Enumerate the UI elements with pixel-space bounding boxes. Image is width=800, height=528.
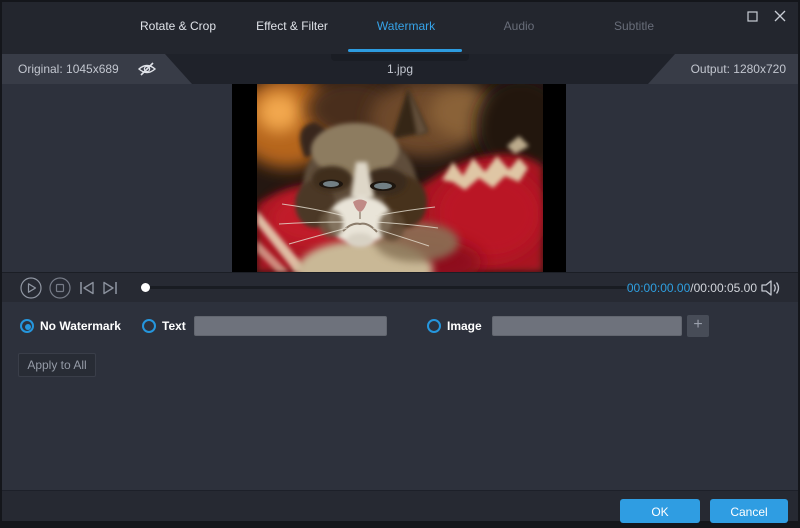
close-button[interactable]	[771, 7, 789, 25]
close-icon	[774, 10, 786, 22]
seek-slider[interactable]	[142, 286, 627, 289]
output-size-label: Output: 1280x720	[691, 54, 786, 84]
next-frame-button[interactable]	[98, 276, 122, 300]
tab-effect-filter[interactable]: Effect & Filter	[256, 19, 328, 33]
app-window: Rotate & Crop Effect & Filter Watermark …	[0, 0, 800, 528]
radio-text-watermark[interactable]	[142, 319, 156, 333]
preview-stage	[2, 84, 798, 272]
next-frame-icon	[101, 280, 119, 296]
radio-no-watermark[interactable]	[20, 319, 34, 333]
text-watermark-input[interactable]	[194, 316, 387, 336]
maximize-icon	[747, 11, 758, 22]
no-watermark-label[interactable]: No Watermark	[40, 318, 121, 334]
radio-image-watermark[interactable]	[427, 319, 441, 333]
previous-frame-icon	[78, 280, 96, 296]
text-watermark-label[interactable]: Text	[162, 318, 186, 334]
info-bar: Original: 1045x689 1.jpg Output: 1280x72…	[2, 54, 798, 84]
stop-button[interactable]	[48, 276, 72, 300]
cancel-button[interactable]: Cancel	[710, 499, 788, 523]
maximize-button[interactable]	[743, 7, 761, 25]
tab-rotate-crop[interactable]: Rotate & Crop	[140, 19, 216, 33]
image-watermark-input[interactable]	[492, 316, 682, 336]
time-current: 00:00:00.00	[627, 281, 690, 295]
play-icon	[20, 277, 42, 299]
apply-to-all-button[interactable]: Apply to All	[18, 353, 96, 377]
tab-watermark[interactable]: Watermark	[377, 19, 435, 33]
playback-bar: 00:00:00.00/00:00:05.00	[2, 272, 798, 302]
video-screen	[232, 84, 566, 272]
title-bar: Rotate & Crop Effect & Filter Watermark …	[2, 2, 798, 54]
preview-image	[257, 84, 543, 272]
add-image-button[interactable]: +	[687, 315, 709, 337]
tab-subtitle[interactable]: Subtitle	[614, 19, 654, 33]
time-display: 00:00:00.00/00:00:05.00	[602, 273, 757, 303]
image-watermark-label[interactable]: Image	[447, 318, 482, 334]
ok-button[interactable]: OK	[620, 499, 700, 523]
previous-frame-button[interactable]	[75, 276, 99, 300]
dialog-body: Rotate & Crop Effect & Filter Watermark …	[2, 2, 798, 521]
footer-bar: OK Cancel	[2, 490, 798, 521]
time-total: 00:00:05.00	[694, 281, 757, 295]
radio-dot	[25, 324, 31, 330]
volume-icon	[759, 278, 781, 298]
tab-audio[interactable]: Audio	[504, 19, 535, 33]
stop-icon	[49, 277, 71, 299]
volume-button[interactable]	[759, 278, 781, 298]
play-button[interactable]	[19, 276, 43, 300]
active-tab-underline	[348, 49, 462, 52]
watermark-section: No Watermark Text Image + Apply to All	[2, 302, 798, 490]
seek-slider-thumb[interactable]	[141, 283, 150, 292]
